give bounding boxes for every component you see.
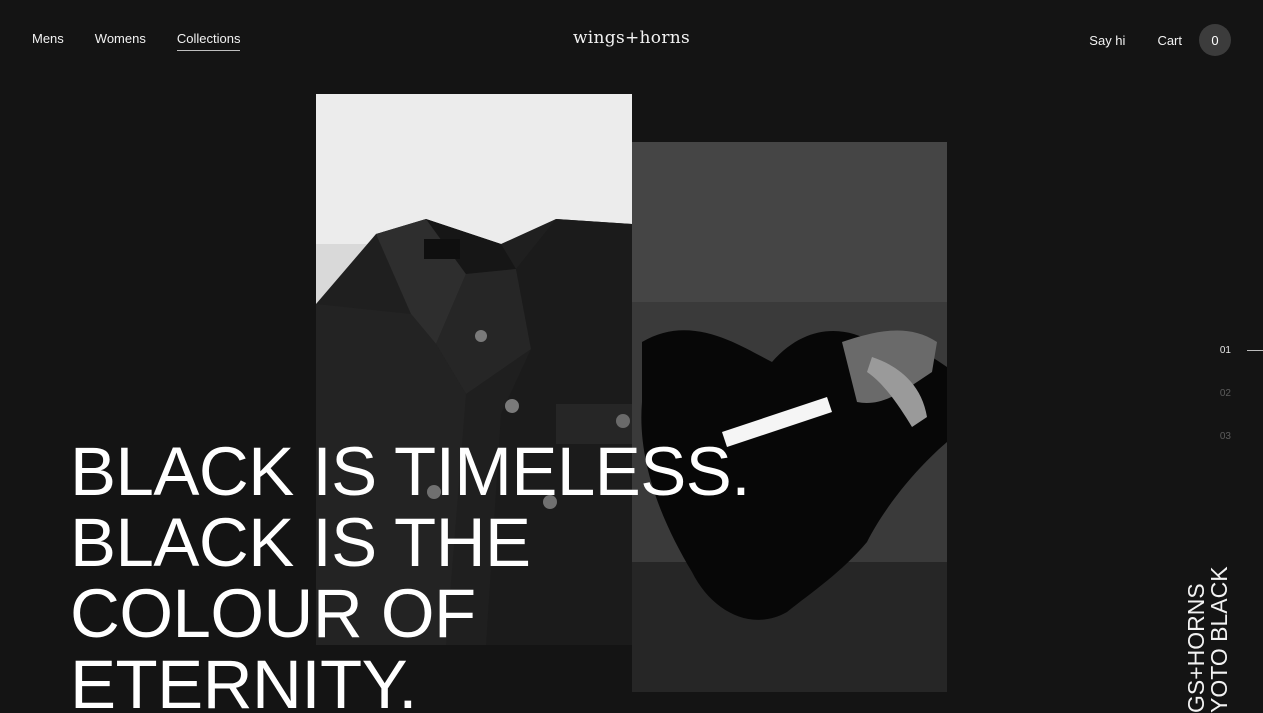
nav-link-collections[interactable]: Collections: [176, 31, 241, 51]
main-nav: Mens Womens Collections: [32, 31, 271, 51]
slide-number-02[interactable]: 02: [1220, 388, 1231, 431]
active-slide-indicator: [1247, 350, 1263, 351]
nav-link-womens[interactable]: Womens: [95, 31, 146, 51]
cart-link[interactable]: Cart: [1157, 33, 1182, 48]
nav-link-mens[interactable]: Mens: [32, 31, 64, 51]
brand-logo[interactable]: wings+horns: [573, 28, 690, 48]
slide-number-01[interactable]: 01: [1220, 345, 1231, 388]
slide-pagination: 01 02 03: [1220, 345, 1231, 474]
header-actions: Say hi Cart 0: [1089, 24, 1231, 56]
vertical-collection-label: GS+HORNS YOTO BLACK: [1183, 566, 1232, 713]
say-hi-link[interactable]: Say hi: [1089, 33, 1125, 48]
slide-number-03[interactable]: 03: [1220, 431, 1231, 474]
vertical-label-line1: GS+HORNS: [1183, 583, 1209, 713]
hero-headline: BLACK IS TIMELESS. BLACK IS THE COLOUR O…: [70, 433, 751, 713]
vertical-label-line2: YOTO BLACK: [1206, 566, 1232, 713]
cart-count-badge[interactable]: 0: [1199, 24, 1231, 56]
